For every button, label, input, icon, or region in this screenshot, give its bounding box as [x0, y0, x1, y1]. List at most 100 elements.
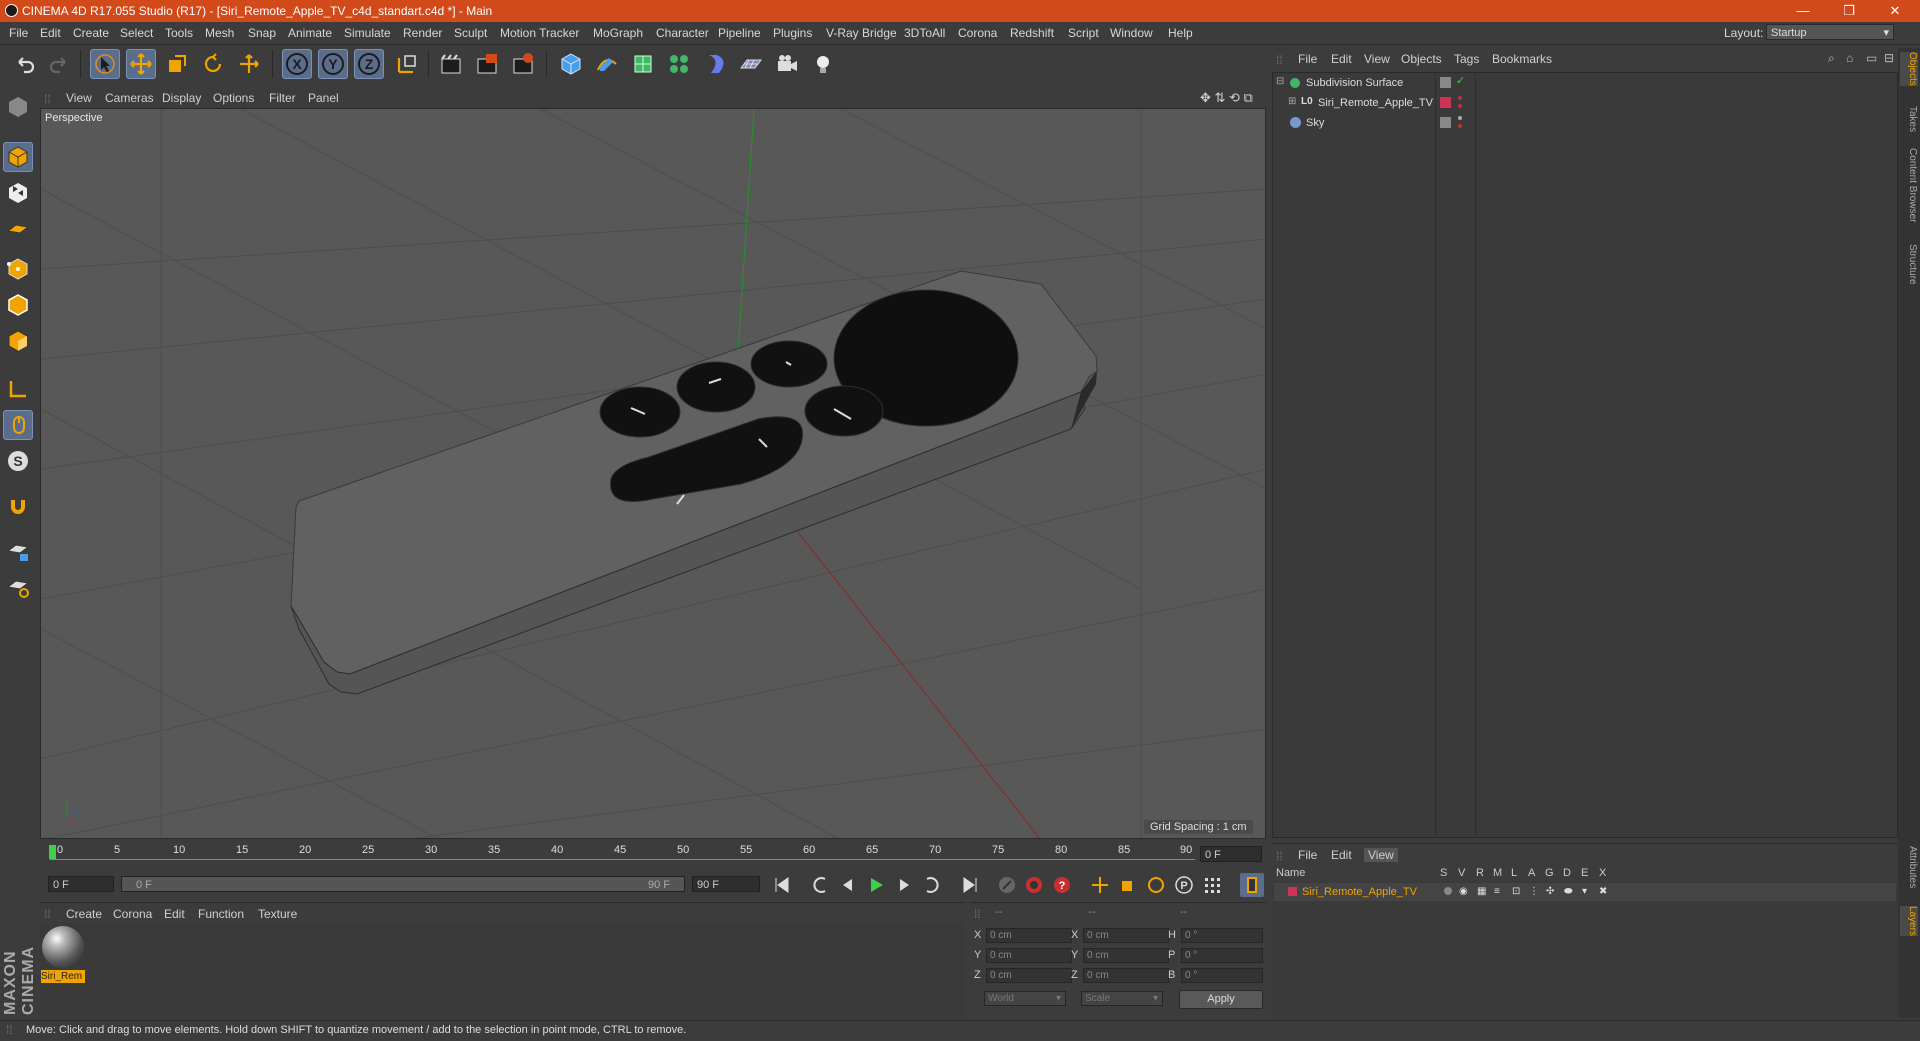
column-solo[interactable]: S — [1440, 867, 1447, 879]
material-name[interactable]: Siri_Rem — [41, 970, 85, 983]
xref-toggle-icon[interactable]: ✖ — [1599, 886, 1607, 897]
x-axis-icon[interactable]: X — [282, 49, 312, 79]
rotation-b-field[interactable]: 0 ° — [1181, 968, 1263, 983]
play-icon[interactable] — [864, 873, 888, 897]
previous-keyframe-icon[interactable] — [808, 873, 832, 897]
column-xref[interactable]: X — [1599, 867, 1606, 879]
rotation-h-field[interactable]: 0 ° — [1181, 928, 1263, 943]
previous-frame-icon[interactable] — [836, 873, 860, 897]
start-frame-field[interactable]: 0 F — [48, 876, 114, 892]
rotation-p-field[interactable]: 0 ° — [1181, 948, 1263, 963]
view-toggle-icon[interactable]: ◉ — [1459, 886, 1468, 897]
menu-plugins[interactable]: Plugins — [773, 26, 812, 40]
menu-snap[interactable]: Snap — [248, 26, 276, 40]
visibility-dot-icon[interactable] — [1458, 116, 1462, 120]
menu-create[interactable]: Create — [73, 26, 109, 40]
menu-tools[interactable]: Tools — [165, 26, 193, 40]
menu-3dtoall[interactable]: 3DToAll — [904, 26, 945, 40]
render-toggle-icon[interactable]: ▦ — [1477, 886, 1486, 897]
size-z-field[interactable]: 0 cm — [1083, 968, 1169, 983]
deformer-toggle-icon[interactable]: ⬬ — [1564, 886, 1573, 897]
object-row[interactable]: ⊞ L0 Siri_Remote_Apple_TV — [1274, 94, 1896, 112]
layer-name[interactable]: Siri_Remote_Apple_TV — [1302, 886, 1417, 898]
magnet-icon[interactable] — [3, 492, 33, 522]
z-axis-icon[interactable]: Z — [354, 49, 384, 79]
home-icon[interactable]: ⌂ — [1846, 51, 1853, 65]
record-keys-icon[interactable] — [995, 873, 1019, 897]
om-menu-objects[interactable]: Objects — [1401, 52, 1442, 66]
column-deformers[interactable]: D — [1563, 867, 1571, 879]
coordinate-system-icon[interactable] — [392, 49, 422, 79]
size-y-field[interactable]: 0 cm — [1083, 948, 1169, 963]
layer-color-swatch[interactable] — [1288, 887, 1297, 896]
undo-icon[interactable] — [10, 49, 40, 79]
workplane-mode-icon[interactable] — [3, 214, 33, 244]
material-menu-corona[interactable]: Corona — [113, 907, 152, 921]
rotate-icon[interactable] — [198, 49, 228, 79]
animation-toggle-icon[interactable]: ⋮ — [1529, 886, 1539, 897]
timeline-ruler[interactable] — [40, 843, 1266, 871]
floor-icon[interactable] — [736, 49, 766, 79]
object-name[interactable]: Siri_Remote_Apple_TV — [1318, 97, 1433, 109]
menu-edit[interactable]: Edit — [40, 26, 61, 40]
object-row[interactable]: ⊟ Subdivision Surface ✓ — [1274, 74, 1896, 92]
live-selection-icon[interactable] — [234, 49, 264, 79]
viewport-menu-display[interactable]: Display — [162, 91, 201, 105]
playhead[interactable] — [49, 845, 56, 859]
tab-takes[interactable]: Takes — [1900, 106, 1918, 132]
menu-vray-bridge[interactable]: V-Ray Bridge — [826, 26, 897, 40]
layer-swatch-icon[interactable] — [1440, 77, 1451, 88]
expand-icon[interactable]: ⊞ — [1288, 96, 1296, 107]
menu-window[interactable]: Window — [1110, 26, 1153, 40]
position-z-field[interactable]: 0 cm — [986, 968, 1072, 983]
render-dot-icon[interactable] — [1458, 124, 1462, 128]
menu-select[interactable]: Select — [120, 26, 153, 40]
3d-viewport[interactable] — [40, 108, 1266, 839]
menu-pipeline[interactable]: Pipeline — [718, 26, 761, 40]
key-pla-icon[interactable] — [1200, 873, 1224, 897]
viewport-menu-panel[interactable]: Panel — [308, 91, 339, 105]
maximize-button[interactable]: ❐ — [1826, 0, 1872, 22]
viewport-menu-view[interactable]: View — [66, 91, 92, 105]
lm-menu-edit[interactable]: Edit — [1331, 848, 1352, 862]
key-position-icon[interactable] — [1088, 873, 1112, 897]
key-scale-icon[interactable] — [1116, 873, 1140, 897]
layer-color-swatch[interactable] — [1440, 97, 1451, 108]
expression-toggle-icon[interactable]: ▾ — [1582, 886, 1587, 897]
search-icon[interactable]: ⌕ — [1828, 51, 1835, 66]
position-y-field[interactable]: 0 cm — [986, 948, 1072, 963]
autokeying-icon[interactable] — [1022, 873, 1046, 897]
viewport-menu-cameras[interactable]: Cameras — [105, 91, 154, 105]
column-render[interactable]: R — [1476, 867, 1484, 879]
lm-menu-view[interactable]: View — [1364, 848, 1398, 862]
object-row[interactable]: Sky — [1274, 114, 1896, 132]
menu-motion-tracker[interactable]: Motion Tracker — [500, 26, 579, 40]
current-frame-field[interactable]: 0 F — [1200, 846, 1262, 862]
menu-file[interactable]: File — [9, 26, 28, 40]
tab-objects[interactable]: Objects — [1900, 52, 1918, 86]
enabled-check-icon[interactable]: ✓ — [1456, 74, 1465, 87]
edges-mode-icon[interactable] — [3, 290, 33, 320]
om-menu-file[interactable]: File — [1298, 52, 1317, 66]
frame-range-slider[interactable]: 0 F 90 F — [121, 876, 685, 892]
planar-workplane-icon[interactable] — [3, 572, 33, 602]
menu-corona[interactable]: Corona — [958, 26, 997, 40]
render-picture-viewer-icon[interactable] — [472, 49, 502, 79]
viewport-menu-options[interactable]: Options — [213, 91, 254, 105]
model-mode-icon[interactable] — [3, 142, 33, 172]
tab-structure[interactable]: Structure — [1900, 244, 1918, 285]
new-view-icon[interactable]: ▭ — [1866, 51, 1877, 65]
key-rotation-icon[interactable] — [1144, 873, 1168, 897]
render-dot-icon[interactable] — [1458, 104, 1462, 108]
om-menu-edit[interactable]: Edit — [1331, 52, 1352, 66]
collapse-icon[interactable]: ⊟ — [1276, 76, 1284, 87]
manager-toggle-icon[interactable]: ≡ — [1494, 886, 1500, 897]
menu-help[interactable]: Help — [1168, 26, 1193, 40]
light-icon[interactable] — [808, 49, 838, 79]
move-icon[interactable] — [126, 49, 156, 79]
pen-spline-icon[interactable] — [592, 49, 622, 79]
material-menu-create[interactable]: Create — [66, 907, 102, 921]
solo-toggle-icon[interactable] — [1444, 887, 1452, 895]
menu-redshift[interactable]: Redshift — [1010, 26, 1054, 40]
key-parameter-icon[interactable]: P — [1172, 873, 1196, 897]
